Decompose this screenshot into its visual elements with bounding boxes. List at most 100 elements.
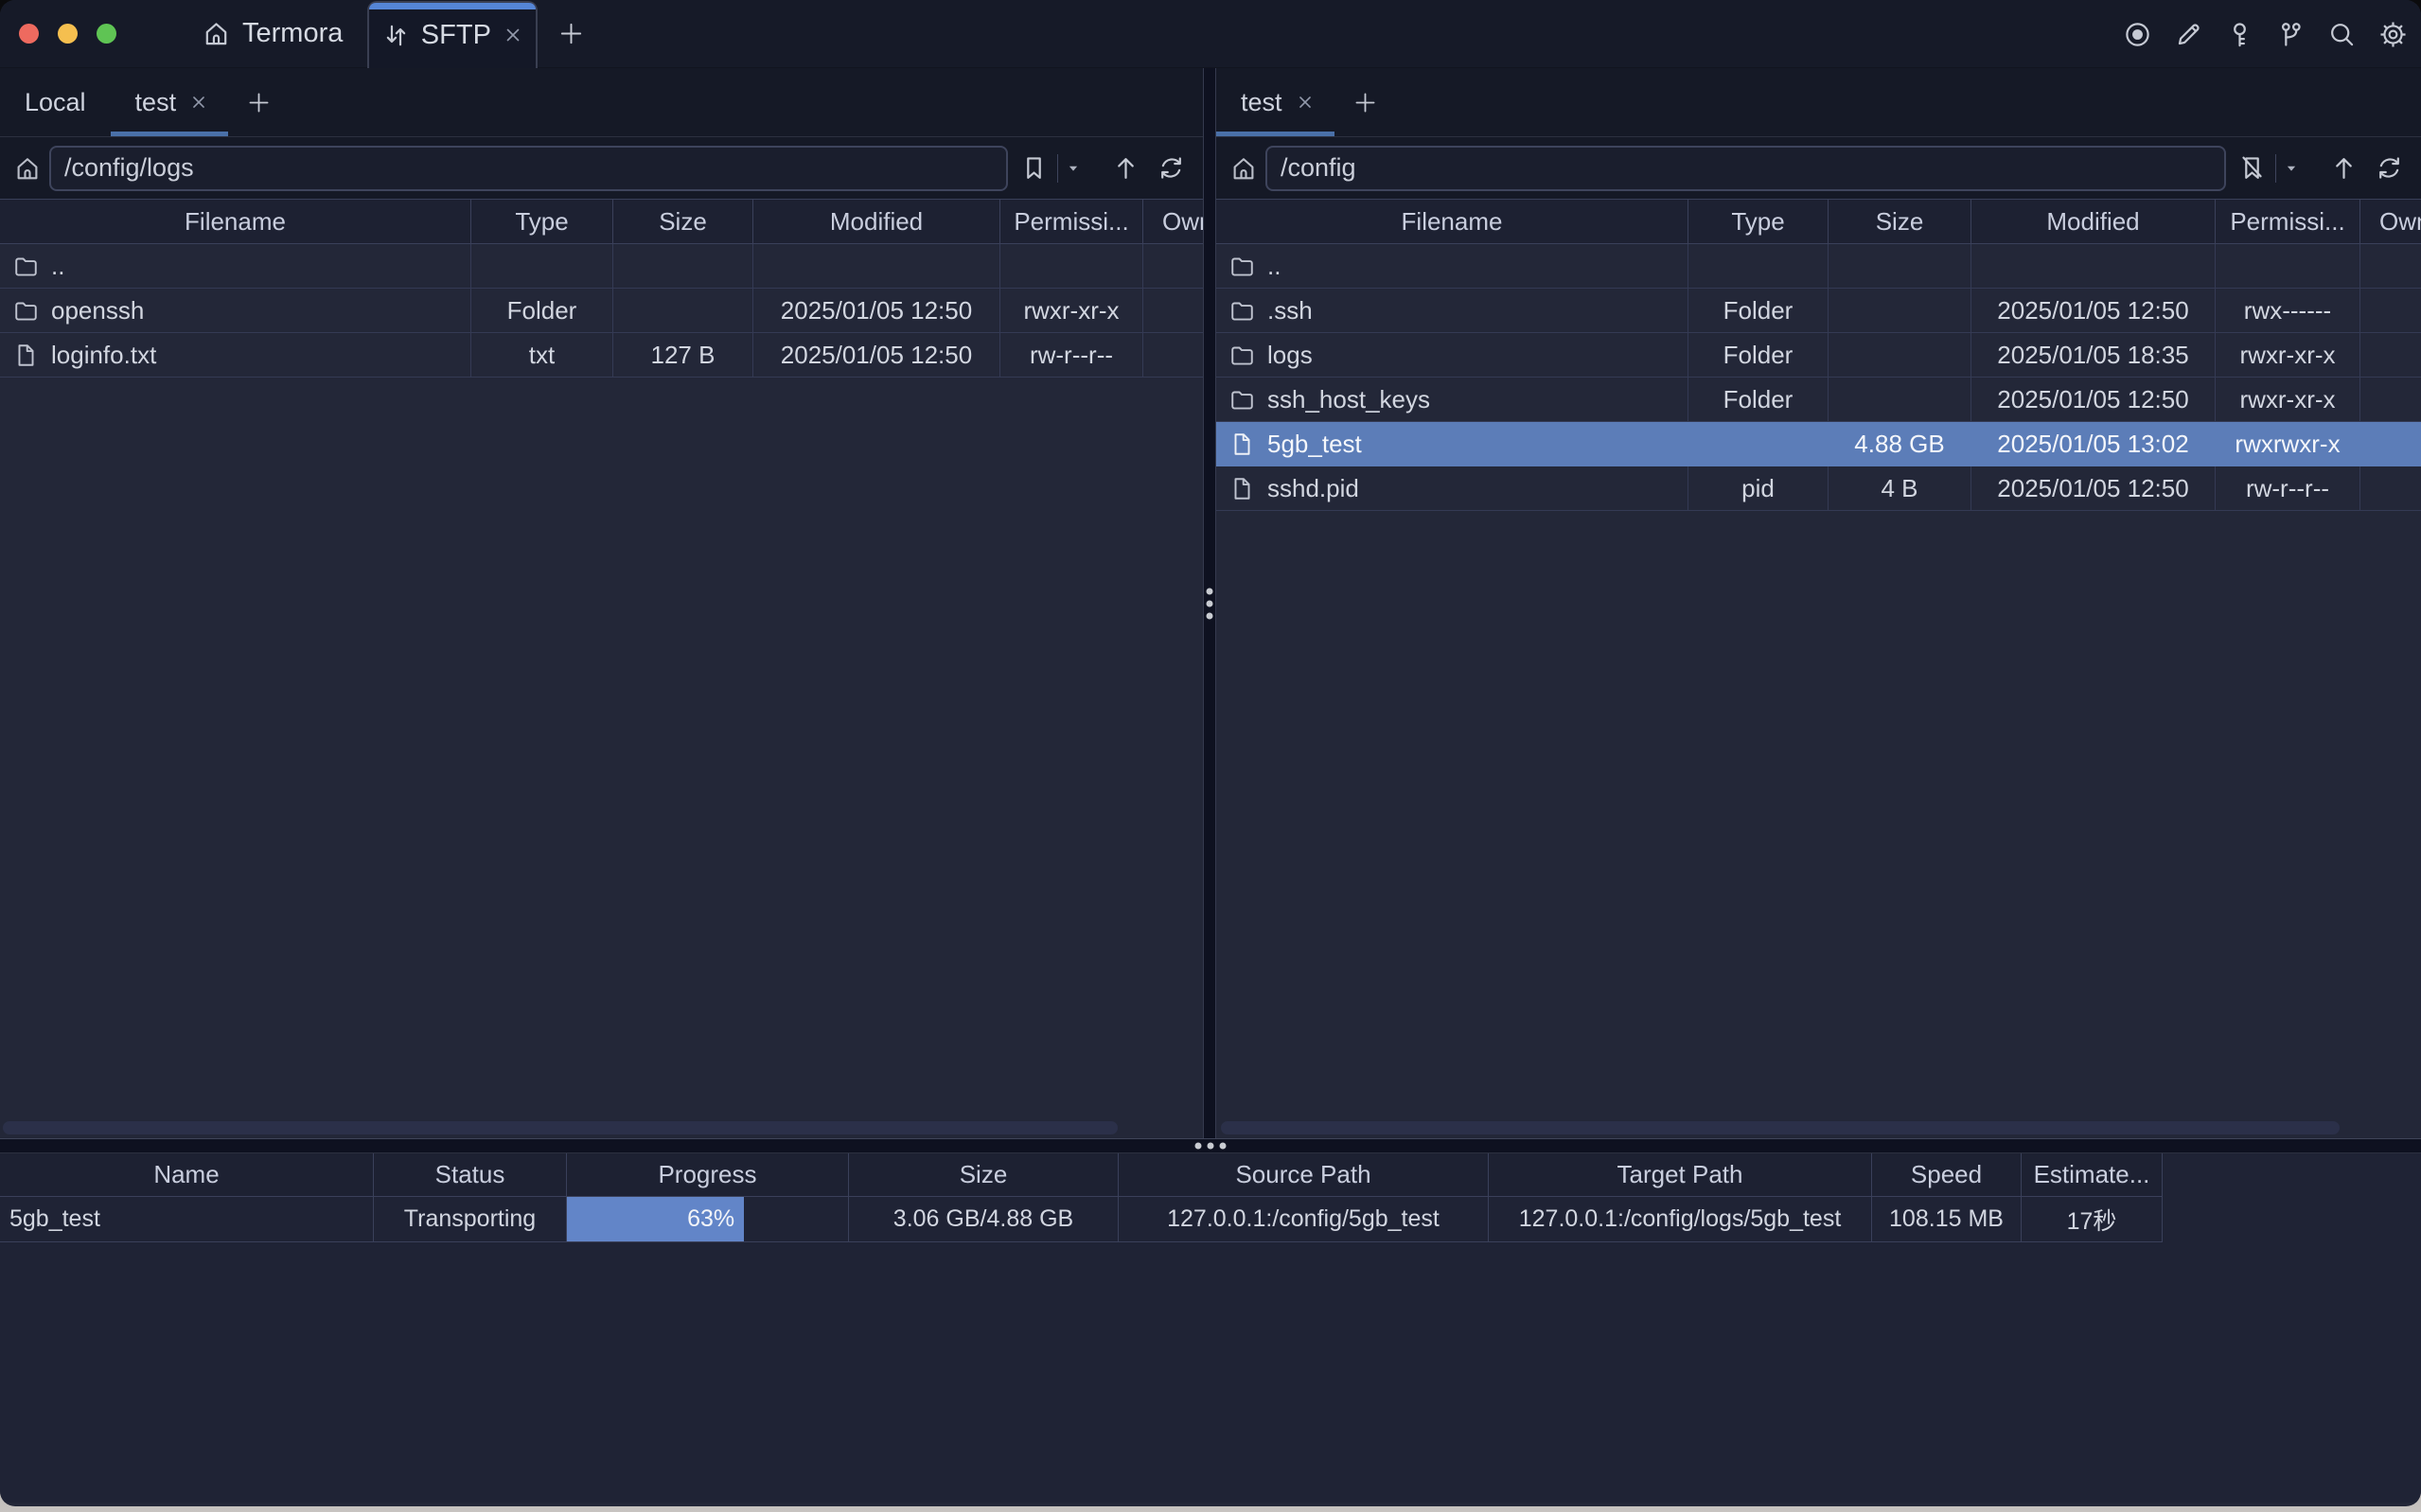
close-sftp-tab-button[interactable] — [502, 24, 524, 46]
search-icon[interactable] — [2327, 20, 2357, 49]
splitter-grip-icon — [1207, 588, 1213, 619]
close-window-button[interactable] — [19, 24, 39, 44]
zoom-window-button[interactable] — [97, 24, 116, 44]
home-icon[interactable] — [1229, 154, 1258, 183]
home-icon[interactable] — [13, 154, 42, 183]
pencil-icon[interactable] — [2174, 20, 2203, 49]
transfer-col-name[interactable]: Name — [0, 1153, 374, 1196]
folder-icon — [1228, 253, 1256, 280]
horizontal-scrollbar-thumb[interactable] — [3, 1121, 1118, 1134]
right-col-filename[interactable]: Filename — [1216, 200, 1688, 243]
transfer-col-size[interactable]: Size — [849, 1153, 1119, 1196]
horizontal-scrollbar-thumb[interactable] — [1221, 1121, 2340, 1134]
right-file-list: .. .ssh Folder 2025/01/05 12:50 rwx-----… — [1216, 244, 2421, 1138]
filename: ssh_host_keys — [1267, 385, 1430, 414]
table-row-selected[interactable]: 5gb_test 4.88 GB 2025/01/05 13:02 rwxrwx… — [1216, 422, 2421, 466]
left-tab-test-label: test — [135, 88, 177, 117]
transfer-row[interactable]: 5gb_test Transporting 63% 3.06 GB/4.88 G… — [0, 1197, 2163, 1242]
pane-splitter-horizontal[interactable] — [0, 1139, 2421, 1153]
table-row[interactable]: logs Folder 2025/01/05 18:35 rwxr-xr-x — [1216, 333, 2421, 378]
transfer-estimate: 17秒 — [2022, 1197, 2163, 1241]
transfer-col-estimate[interactable]: Estimate... — [2022, 1153, 2163, 1196]
right-col-modified[interactable]: Modified — [1971, 200, 2216, 243]
left-path-bar — [0, 137, 1203, 199]
key-icon[interactable] — [2225, 20, 2254, 49]
file-icon — [12, 342, 40, 369]
left-pane: Local test — [0, 68, 1203, 1138]
left-path-input[interactable] — [49, 146, 1008, 191]
left-col-type[interactable]: Type — [471, 200, 613, 243]
transfer-col-progress[interactable]: Progress — [567, 1153, 849, 1196]
splitter-grip-icon — [1195, 1143, 1227, 1150]
file-icon — [1228, 431, 1256, 458]
folder-icon — [1228, 342, 1256, 369]
refresh-icon[interactable] — [2375, 153, 2404, 183]
record-icon[interactable] — [2123, 20, 2152, 49]
chevron-down-icon[interactable] — [1065, 160, 1082, 177]
left-tab-local[interactable]: Local — [0, 68, 111, 136]
bookmark-icon[interactable] — [1019, 153, 1049, 183]
right-path-input[interactable] — [1265, 146, 2226, 191]
right-add-tab-button[interactable] — [1334, 68, 1396, 136]
tab-termora[interactable]: Termora — [177, 0, 367, 67]
right-pane: test — [1216, 68, 2421, 1138]
transfer-col-source[interactable]: Source Path — [1119, 1153, 1489, 1196]
right-table-header: Filename Type Size Modified Permissi... … — [1216, 199, 2421, 244]
transfer-col-speed[interactable]: Speed — [1872, 1153, 2022, 1196]
left-path-tools — [1008, 153, 1203, 183]
filename: openssh — [51, 296, 144, 325]
table-row[interactable]: sshd.pid pid 4 B 2025/01/05 12:50 rw-r--… — [1216, 466, 2421, 511]
left-table-header: Filename Type Size Modified Permissi... … — [0, 199, 1203, 244]
pane-splitter-vertical[interactable] — [1203, 68, 1216, 1138]
table-row[interactable]: loginfo.txt txt 127 B 2025/01/05 12:50 r… — [0, 333, 1203, 378]
transfer-col-target[interactable]: Target Path — [1489, 1153, 1872, 1196]
filename: loginfo.txt — [51, 341, 156, 370]
transfer-name: 5gb_test — [0, 1197, 374, 1241]
left-col-modified[interactable]: Modified — [753, 200, 1000, 243]
divider — [2275, 154, 2276, 183]
right-col-owner[interactable]: Owner — [2360, 200, 2421, 243]
arrow-up-icon[interactable] — [1111, 153, 1140, 183]
left-file-list: .. openssh Folder 2025/01/05 12:50 rwxr-… — [0, 244, 1203, 1138]
filename: .. — [51, 252, 64, 281]
table-row[interactable]: .. — [1216, 244, 2421, 289]
table-row[interactable]: .ssh Folder 2025/01/05 12:50 rwx------ — [1216, 289, 2421, 333]
right-col-permissions[interactable]: Permissi... — [2216, 200, 2360, 243]
tab-termora-label: Termora — [242, 18, 343, 49]
close-icon[interactable] — [1295, 92, 1316, 113]
app-window: Termora SFTP — [0, 0, 2421, 1506]
minimize-window-button[interactable] — [58, 24, 78, 44]
progress-label: 63% — [687, 1205, 734, 1233]
tab-sftp[interactable]: SFTP — [367, 1, 538, 68]
bookmark-off-icon[interactable] — [2237, 153, 2267, 183]
filename: .. — [1267, 252, 1281, 281]
right-tab-test-label: test — [1241, 88, 1282, 117]
refresh-icon[interactable] — [1157, 153, 1186, 183]
left-tab-local-label: Local — [25, 88, 86, 117]
file-panes: Local test — [0, 68, 2421, 1139]
filename: sshd.pid — [1267, 474, 1359, 503]
close-icon[interactable] — [188, 92, 209, 113]
left-add-tab-button[interactable] — [228, 68, 290, 136]
left-col-owner[interactable]: Owner — [1143, 200, 1203, 243]
chevron-down-icon[interactable] — [2283, 160, 2300, 177]
keychain-icon[interactable] — [2276, 20, 2306, 49]
left-col-filename[interactable]: Filename — [0, 200, 471, 243]
right-tab-test[interactable]: test — [1216, 68, 1334, 136]
transfer-status: Transporting — [374, 1197, 567, 1241]
right-path-bar — [1216, 137, 2421, 199]
left-tab-test[interactable]: test — [111, 68, 229, 136]
left-col-size[interactable]: Size — [613, 200, 753, 243]
transfer-panel: Name Status Progress Size Source Path Ta… — [0, 1153, 2421, 1503]
new-tab-button[interactable] — [557, 19, 586, 48]
gear-icon[interactable] — [2378, 20, 2408, 49]
table-row[interactable]: .. — [0, 244, 1203, 289]
table-row[interactable]: openssh Folder 2025/01/05 12:50 rwxr-xr-… — [0, 289, 1203, 333]
arrow-up-icon[interactable] — [2329, 153, 2359, 183]
table-row[interactable]: ssh_host_keys Folder 2025/01/05 12:50 rw… — [1216, 378, 2421, 422]
transfer-source-path: 127.0.0.1:/config/5gb_test — [1119, 1197, 1489, 1241]
right-col-type[interactable]: Type — [1688, 200, 1829, 243]
right-col-size[interactable]: Size — [1829, 200, 1971, 243]
transfer-col-status[interactable]: Status — [374, 1153, 567, 1196]
left-col-permissions[interactable]: Permissi... — [1000, 200, 1143, 243]
